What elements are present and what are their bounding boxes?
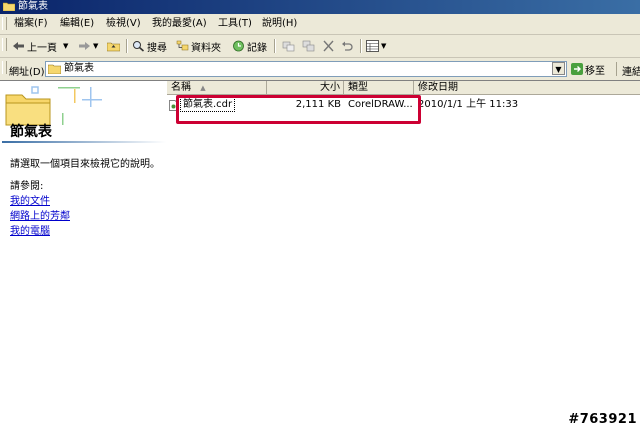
toolbar-separator [126,39,128,53]
views-icon [366,40,379,52]
window-title: 節氣表 [18,1,48,12]
column-name-label: 名稱 [171,82,191,93]
back-button[interactable]: 上一頁 ▼ [12,38,68,54]
forward-dropdown-icon[interactable]: ▼ [93,42,98,50]
column-header-size[interactable]: 大小 [267,81,344,95]
column-modified-label: 修改日期 [418,82,458,93]
toolbar-separator [360,39,362,53]
pane-title: 節氣表 [10,124,52,140]
folder-icon [48,64,61,74]
folders-label: 資料夾 [191,42,221,54]
back-dropdown-icon[interactable]: ▼ [63,42,68,50]
go-button[interactable]: 移至 [571,62,605,77]
menu-view[interactable]: 檢視(V) [106,18,141,30]
menu-bar: 檔案(F) 編輯(E) 檢視(V) 我的最愛(A) 工具(T) 說明(H) [0,14,640,35]
sort-ascending-icon: ▲ [200,84,206,92]
back-label: 上一頁 [27,42,57,54]
views-button[interactable]: ▼ [366,38,386,54]
watermark-id: #763921 [568,412,637,427]
link-my-documents[interactable]: 我的文件 [10,192,50,207]
title-bar: 節氣表 [0,0,640,14]
address-dropdown-icon[interactable]: ▼ [552,62,565,75]
undo-button[interactable] [341,38,354,54]
menu-tools[interactable]: 工具(T) [218,18,252,30]
pane-description: 請選取一個項目來檢視它的說明。 [10,159,160,170]
menu-file[interactable]: 檔案(F) [14,18,48,30]
toolbar: 上一頁 ▼ ▼ 搜尋 資料夾 記錄 ▼ [0,35,640,58]
column-size-label: 大小 [320,82,340,93]
left-info-pane: 節氣表 請選取一個項目來檢視它的說明。 請參閱: 我的文件 網路上的芳鄰 我的電… [0,81,167,429]
file-list-pane: 名稱 ▲ 大小 類型 修改日期 節氣表.cdr 2,111 KB CorelDR… [167,81,640,429]
address-grip [2,61,7,74]
forward-arrow-icon [79,42,90,50]
column-header-name[interactable]: 名稱 ▲ [167,81,267,95]
menu-favorites[interactable]: 我的最愛(A) [152,18,207,30]
move-to-icon [282,41,295,52]
toolbar-separator [274,39,276,53]
copy-to-button[interactable] [302,38,315,54]
history-button[interactable]: 記錄 [232,38,267,54]
toolbar-grip [2,38,7,51]
move-to-button[interactable] [282,38,295,54]
address-input[interactable]: 節氣表 [45,61,567,77]
search-icon [133,41,145,52]
folders-button[interactable]: 資料夾 [176,38,221,54]
copy-to-icon [302,40,315,52]
search-button[interactable]: 搜尋 [132,38,167,54]
link-my-computer[interactable]: 我的電腦 [10,222,50,237]
forward-button[interactable]: ▼ [78,38,98,54]
pane-title-underline [2,141,166,143]
folders-icon [176,40,189,51]
menu-grip [2,17,7,30]
highlight-annotation [176,95,421,124]
undo-icon [342,41,353,51]
go-label: 移至 [585,65,605,77]
history-label: 記錄 [247,42,267,54]
see-also-label: 請參閱: [10,181,44,192]
history-icon [233,40,244,52]
address-label: 網址(D) [9,67,45,78]
up-button[interactable] [107,38,120,54]
go-arrow-icon [571,63,583,75]
back-arrow-icon [13,42,24,50]
delete-button[interactable] [322,38,335,54]
links-button[interactable]: 連結 [622,63,640,78]
column-header-type[interactable]: 類型 [344,81,414,95]
views-dropdown-icon[interactable]: ▼ [381,42,386,50]
column-type-label: 類型 [348,82,368,93]
address-bar: 網址(D) 節氣表 ▼ 移至 連結 [0,58,640,80]
file-modified: 2010/1/1 上午 11:33 [418,99,519,110]
folder-icon [3,2,15,11]
search-label: 搜尋 [147,42,167,54]
column-header-modified[interactable]: 修改日期 [414,81,640,95]
folder-up-icon [107,42,120,52]
menu-edit[interactable]: 編輯(E) [60,18,94,30]
delete-icon [323,40,334,52]
menu-help[interactable]: 說明(H) [262,18,297,30]
address-value: 節氣表 [64,63,94,74]
links-separator [616,62,617,76]
link-network-places[interactable]: 網路上的芳鄰 [10,207,70,222]
